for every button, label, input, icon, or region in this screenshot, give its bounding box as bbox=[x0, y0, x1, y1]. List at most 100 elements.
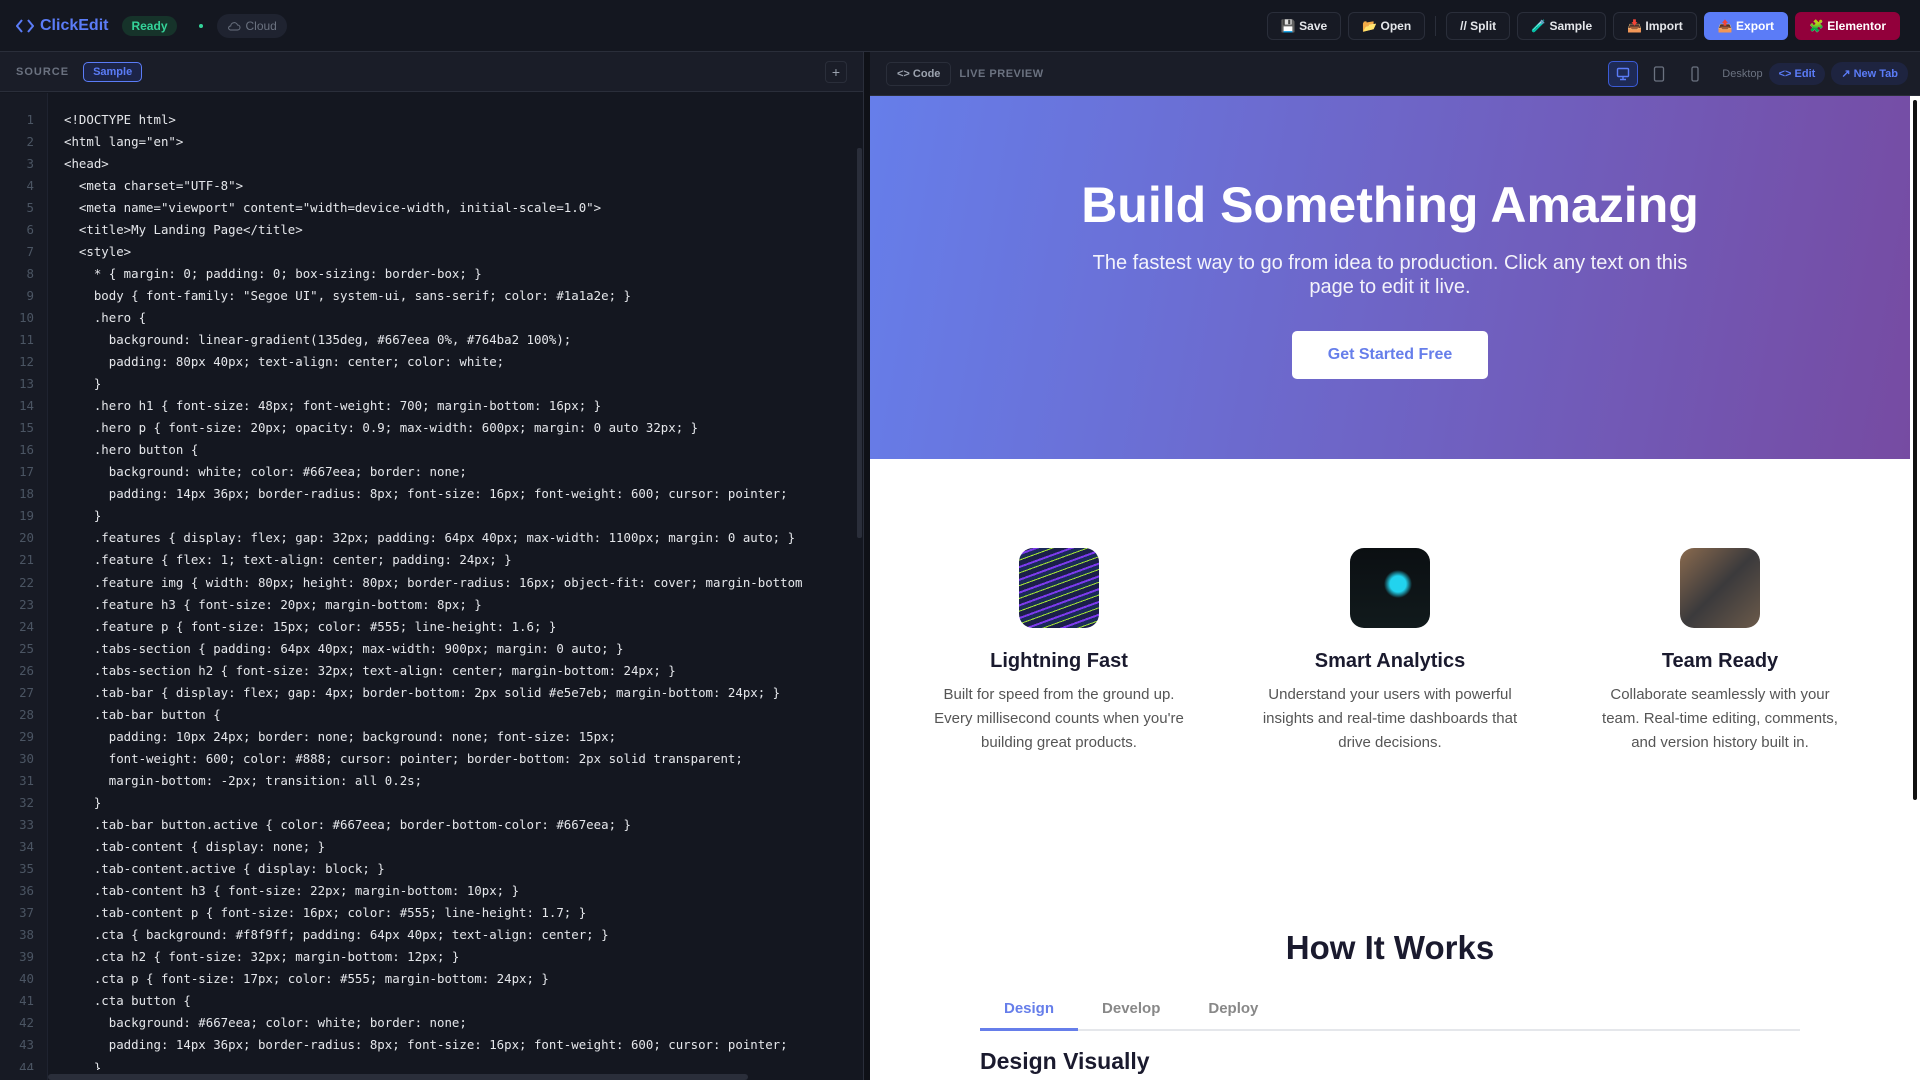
feature-text[interactable]: Built for speed from the ground up. Ever… bbox=[929, 683, 1189, 755]
vertical-scrollbar[interactable] bbox=[857, 148, 862, 538]
code-text[interactable]: } bbox=[64, 508, 101, 523]
horizontal-scrollbar[interactable] bbox=[48, 1074, 748, 1080]
code-text[interactable]: .tab-bar { display: flex; gap: 4px; bord… bbox=[64, 685, 780, 700]
code-text[interactable]: .feature { flex: 1; text-align: center; … bbox=[64, 552, 512, 567]
code-text[interactable]: } bbox=[64, 376, 101, 391]
code-line[interactable]: 21 .feature { flex: 1; text-align: cente… bbox=[0, 549, 858, 571]
code-line[interactable]: 11 background: linear-gradient(135deg, #… bbox=[0, 328, 858, 350]
code-line[interactable]: 1 <!DOCTYPE html> bbox=[0, 108, 858, 130]
code-text[interactable]: padding: 80px 40px; text-align: center; … bbox=[64, 354, 504, 369]
code-line[interactable]: 44 } bbox=[0, 1056, 858, 1070]
code-text[interactable]: * { margin: 0; padding: 0; box-sizing: b… bbox=[64, 266, 482, 281]
live-preview-page[interactable]: Build Something Amazing The fastest way … bbox=[870, 96, 1910, 1080]
split-button[interactable]: // Split bbox=[1446, 11, 1511, 40]
code-text[interactable]: .tab-content.active { display: block; } bbox=[64, 861, 385, 876]
code-editor[interactable]: 1 <!DOCTYPE html> 2 <html lang="en"> 3 <head>… bbox=[0, 108, 858, 1070]
code-text[interactable]: .features { display: flex; gap: 32px; pa… bbox=[64, 530, 795, 545]
code-text[interactable]: .feature h3 { font-size: 20px; margin-bo… bbox=[64, 597, 482, 612]
code-line[interactable]: 30 font-weight: 600; color: #888; cursor… bbox=[0, 747, 858, 769]
code-text[interactable]: .hero button { bbox=[64, 442, 198, 457]
hero-title[interactable]: Build Something Amazing bbox=[870, 176, 1910, 234]
code-line[interactable]: 13 } bbox=[0, 373, 858, 395]
code-text[interactable]: font-weight: 600; color: #888; cursor: p… bbox=[64, 751, 743, 766]
code-line[interactable]: 5 <meta name="viewport" content="width=d… bbox=[0, 196, 858, 218]
feature-text[interactable]: Collaborate seamlessly with your team. R… bbox=[1590, 683, 1850, 755]
code-line[interactable]: 19 } bbox=[0, 505, 858, 527]
code-line[interactable]: 37 .tab-content p { font-size: 16px; col… bbox=[0, 902, 858, 924]
code-text[interactable]: <head> bbox=[64, 156, 109, 171]
code-text[interactable]: padding: 10px 24px; border: none; backgr… bbox=[64, 729, 616, 744]
code-line[interactable]: 9 body { font-family: "Segoe UI", system… bbox=[0, 284, 858, 306]
code-text[interactable]: .tab-content h3 { font-size: 22px; margi… bbox=[64, 883, 519, 898]
code-line[interactable]: 12 padding: 80px 40px; text-align: cente… bbox=[0, 351, 858, 373]
code-text[interactable]: .tab-bar button.active { color: #667eea;… bbox=[64, 817, 631, 832]
code-line[interactable]: 15 .hero p { font-size: 20px; opacity: 0… bbox=[0, 417, 858, 439]
code-line[interactable]: 40 .cta p { font-size: 17px; color: #555… bbox=[0, 968, 858, 990]
code-toggle-button[interactable]: <> Code bbox=[886, 61, 952, 86]
code-text[interactable]: padding: 14px 36px; border-radius: 8px; … bbox=[64, 486, 788, 501]
code-line[interactable]: 25 .tabs-section { padding: 64px 40px; m… bbox=[0, 637, 858, 659]
code-line[interactable]: 17 background: white; color: #667eea; bo… bbox=[0, 461, 858, 483]
code-text[interactable]: .cta button { bbox=[64, 993, 191, 1008]
code-text[interactable]: body { font-family: "Segoe UI", system-u… bbox=[64, 288, 631, 303]
code-line[interactable]: 16 .hero button { bbox=[0, 439, 858, 461]
code-text[interactable]: .tabs-section h2 { font-size: 32px; text… bbox=[64, 663, 676, 678]
new-tab-button[interactable]: ↗ New Tab bbox=[1831, 62, 1908, 85]
code-line[interactable]: 3 <head> bbox=[0, 152, 858, 174]
edit-button[interactable]: <> Edit bbox=[1768, 62, 1826, 85]
code-text[interactable]: <!DOCTYPE html> bbox=[64, 112, 176, 127]
export-button[interactable]: 📤 Export bbox=[1703, 11, 1789, 40]
code-line[interactable]: 42 background: #667eea; color: white; bo… bbox=[0, 1012, 858, 1034]
code-line[interactable]: 28 .tab-bar button { bbox=[0, 703, 858, 725]
code-text[interactable]: padding: 14px 36px; border-radius: 8px; … bbox=[64, 1037, 788, 1052]
code-text[interactable]: } bbox=[64, 1060, 101, 1070]
feature-text[interactable]: Understand your users with powerful insi… bbox=[1260, 683, 1520, 755]
save-button[interactable]: 💾 Save bbox=[1266, 11, 1342, 40]
sample-badge[interactable]: Sample bbox=[83, 61, 143, 82]
code-text[interactable]: .cta { background: #f8f9ff; padding: 64p… bbox=[64, 927, 609, 942]
how-it-works-title[interactable]: How It Works bbox=[870, 928, 1910, 968]
code-text[interactable]: .feature p { font-size: 15px; color: #55… bbox=[64, 619, 557, 634]
code-line[interactable]: 23 .feature h3 { font-size: 20px; margin… bbox=[0, 593, 858, 615]
code-line[interactable]: 18 padding: 14px 36px; border-radius: 8p… bbox=[0, 483, 858, 505]
code-text[interactable]: .hero { bbox=[64, 310, 146, 325]
add-button[interactable]: + bbox=[825, 60, 847, 83]
get-started-button[interactable]: Get Started Free bbox=[1292, 331, 1488, 379]
code-line[interactable]: 26 .tabs-section h2 { font-size: 32px; t… bbox=[0, 659, 858, 681]
code-text[interactable]: background: white; color: #667eea; borde… bbox=[64, 464, 467, 479]
split-divider[interactable] bbox=[863, 52, 870, 1080]
code-line[interactable]: 6 <title>My Landing Page</title> bbox=[0, 218, 858, 240]
code-line[interactable]: 43 padding: 14px 36px; border-radius: 8p… bbox=[0, 1034, 858, 1056]
code-line[interactable]: 4 <meta charset="UTF-8"> bbox=[0, 174, 858, 196]
tablet-view-button[interactable] bbox=[1644, 61, 1674, 87]
feature-title[interactable]: Lightning Fast bbox=[929, 650, 1189, 673]
code-line[interactable]: 2 <html lang="en"> bbox=[0, 130, 858, 152]
code-text[interactable]: background: linear-gradient(135deg, #667… bbox=[64, 332, 572, 347]
code-text[interactable]: <meta name="viewport" content="width=dev… bbox=[64, 200, 601, 215]
code-text[interactable]: .tabs-section { padding: 64px 40px; max-… bbox=[64, 641, 624, 656]
tab-deploy[interactable]: Deploy bbox=[1184, 994, 1282, 1031]
code-text[interactable]: .tab-bar button { bbox=[64, 707, 221, 722]
app-logo[interactable]: ClickEdit bbox=[16, 17, 108, 35]
hero-subtitle[interactable]: The fastest way to go from idea to produ… bbox=[1090, 251, 1690, 299]
code-text[interactable]: <html lang="en"> bbox=[64, 134, 183, 149]
code-line[interactable]: 31 margin-bottom: -2px; transition: all … bbox=[0, 769, 858, 791]
code-line[interactable]: 29 padding: 10px 24px; border: none; bac… bbox=[0, 725, 858, 747]
tab-develop[interactable]: Develop bbox=[1078, 994, 1184, 1031]
code-text[interactable]: .hero p { font-size: 20px; opacity: 0.9;… bbox=[64, 420, 698, 435]
code-line[interactable]: 10 .hero { bbox=[0, 306, 858, 328]
code-text[interactable]: .hero h1 { font-size: 48px; font-weight:… bbox=[64, 398, 601, 413]
code-text[interactable]: .cta p { font-size: 17px; color: #555; m… bbox=[64, 971, 549, 986]
feature-title[interactable]: Smart Analytics bbox=[1260, 650, 1520, 673]
code-line[interactable]: 33 .tab-bar button.active { color: #667e… bbox=[0, 814, 858, 836]
code-line[interactable]: 27 .tab-bar { display: flex; gap: 4px; b… bbox=[0, 681, 858, 703]
code-line[interactable]: 20 .features { display: flex; gap: 32px;… bbox=[0, 527, 858, 549]
open-button[interactable]: 📂 Open bbox=[1348, 11, 1426, 40]
code-line[interactable]: 36 .tab-content h3 { font-size: 22px; ma… bbox=[0, 880, 858, 902]
sample-button[interactable]: 🧪 Sample bbox=[1517, 11, 1607, 40]
import-button[interactable]: 📥 Import bbox=[1613, 11, 1697, 40]
code-line[interactable]: 22 .feature img { width: 80px; height: 8… bbox=[0, 571, 858, 593]
code-line[interactable]: 32 } bbox=[0, 791, 858, 813]
tab-content-title[interactable]: Design Visually bbox=[980, 1048, 1150, 1075]
code-text[interactable]: <style> bbox=[64, 244, 131, 259]
